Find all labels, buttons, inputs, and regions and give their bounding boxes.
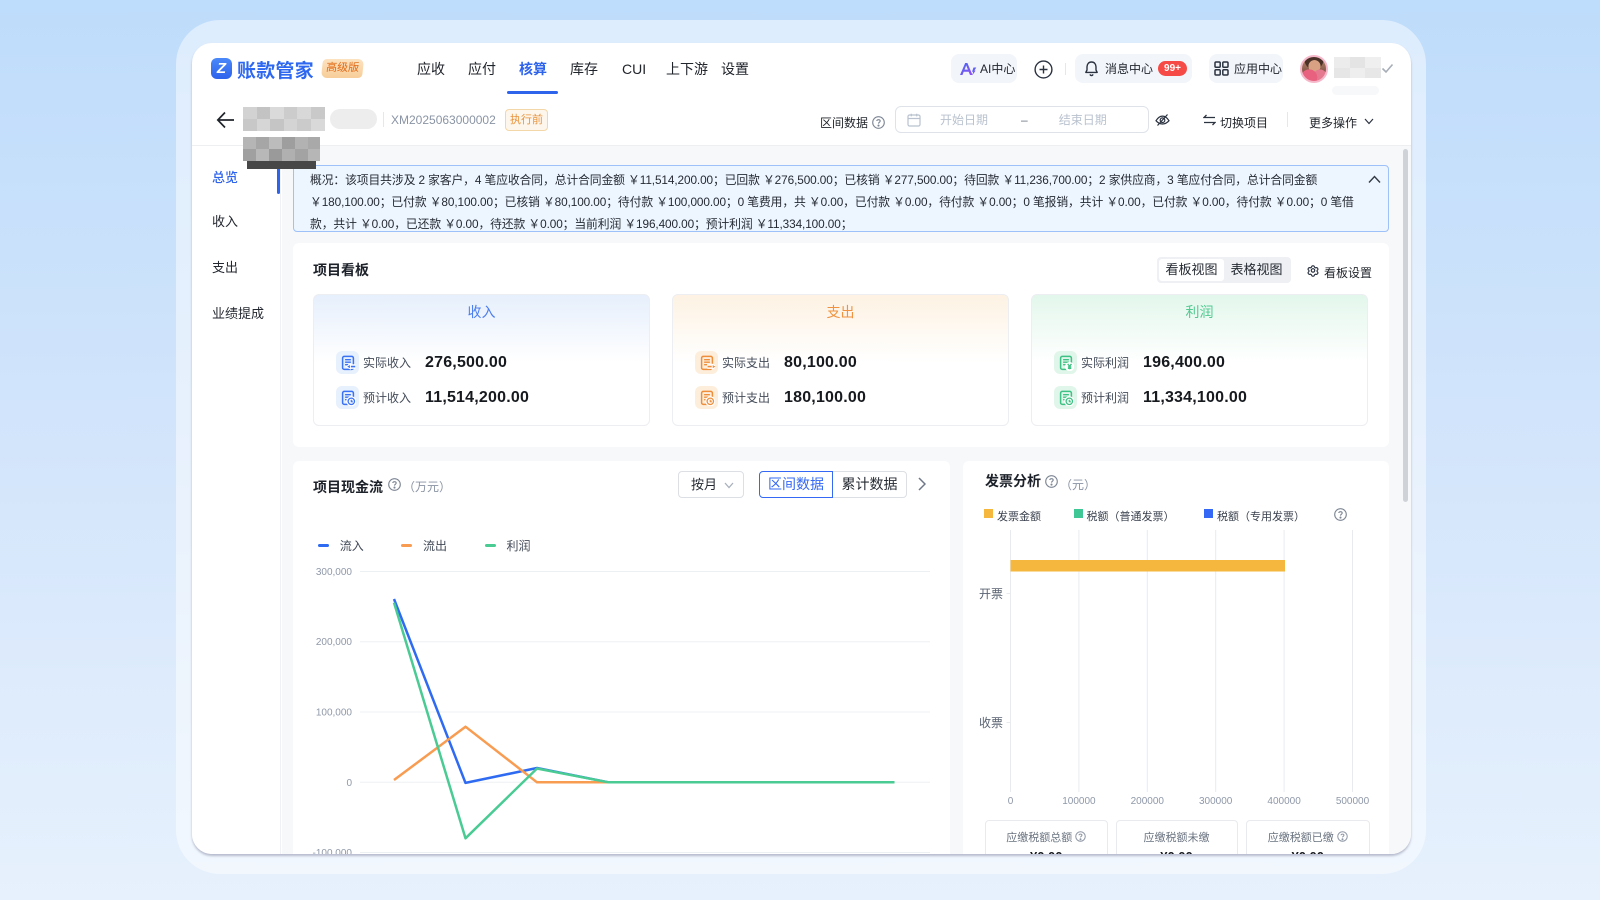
svg-text:-100,000: -100,000: [313, 848, 353, 854]
svg-text:100,000: 100,000: [316, 708, 353, 719]
svg-text:300000: 300000: [1199, 796, 1233, 807]
svg-text:开票: 开票: [979, 587, 1003, 601]
svg-text:200000: 200000: [1131, 796, 1165, 807]
svg-text:收票: 收票: [979, 716, 1003, 730]
svg-text:500000: 500000: [1336, 796, 1370, 807]
svg-text:300,000: 300,000: [316, 567, 353, 578]
svg-text:200,000: 200,000: [316, 637, 353, 648]
svg-text:0: 0: [346, 778, 352, 789]
svg-text:100000: 100000: [1062, 796, 1096, 807]
svg-text:0: 0: [1008, 796, 1014, 807]
svg-text:400000: 400000: [1267, 796, 1301, 807]
